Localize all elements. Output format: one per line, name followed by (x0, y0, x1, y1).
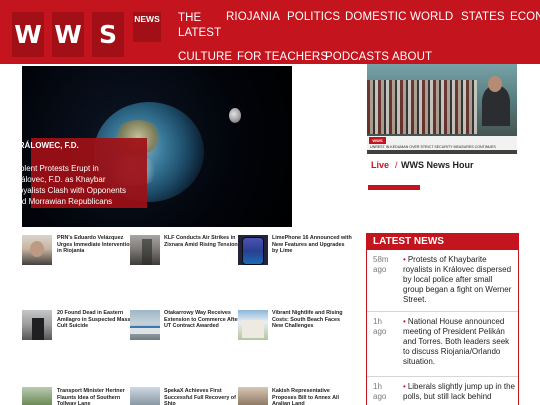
story-thumb[interactable] (130, 387, 160, 405)
story-headline[interactable]: PRN's Eduardo Velázquez Urges Immediate … (57, 235, 137, 255)
story-thumb[interactable] (22, 387, 52, 405)
crowd-image (367, 80, 477, 134)
portrait-face (30, 241, 44, 257)
latest-news-time: 1h ago (373, 382, 387, 401)
story-headline[interactable]: 20 Found Dead in Eastern Amilagro in Sus… (57, 310, 137, 330)
nav-latest[interactable]: THE LATEST (178, 11, 222, 41)
nav-politics[interactable]: POLITICS (287, 11, 340, 23)
site-header: W W S NEWS THE LATEST RIOJANIA POLITICS … (0, 0, 540, 64)
story-thumb[interactable] (130, 310, 160, 340)
nav-for-teachers[interactable]: FOR TEACHERS (237, 51, 328, 63)
nav-podcasts[interactable]: PODCASTS (325, 51, 389, 63)
story-headline[interactable]: Vibrant Nightlife and Rising Costs: Sout… (272, 310, 352, 330)
logo-letter-w2[interactable]: W (52, 12, 84, 57)
story-headline[interactable]: Otakarrowy Way Receives Extension to Com… (164, 310, 244, 330)
building-image (242, 320, 264, 338)
latest-news-item[interactable]: 1h ago National House announced meeting … (367, 313, 518, 377)
news-page: W W S NEWS THE LATEST RIOJANIA POLITICS … (0, 0, 540, 405)
nav-world[interactable]: WORLD (410, 11, 453, 23)
story-thumb[interactable] (22, 235, 52, 265)
nav-culture[interactable]: CULTURE (178, 51, 232, 63)
latest-news-panel: LATEST NEWS 58m ago Protests of Khaybari… (366, 233, 519, 405)
nav-riojania[interactable]: RIOJANIA (226, 11, 280, 23)
logo-letter-s[interactable]: S (92, 12, 124, 57)
story-headline[interactable]: LimePhone 16 Announced with New Features… (272, 235, 352, 255)
story-headline[interactable]: SpekaX Achieves First Successful Full Re… (164, 388, 244, 405)
story-headline[interactable]: KLF Conducts Air Strikes in Zixnara Amid… (164, 235, 244, 248)
hero-title[interactable]: Violent Protests Erupt in Královec, F.D.… (13, 163, 131, 207)
latest-news-text[interactable]: National House announced meeting of Pres… (403, 317, 515, 367)
live-show-title[interactable]: WWS News Hour (401, 160, 474, 170)
logo-letter-w1[interactable]: W (12, 12, 44, 57)
live-separator: / (395, 160, 398, 170)
story-thumb[interactable] (238, 387, 268, 405)
nav-states[interactable]: STATES (461, 11, 505, 23)
reporter-head (488, 76, 502, 92)
reporter-image (482, 86, 510, 126)
nav-domestic[interactable]: DOMESTIC (345, 11, 407, 23)
story-thumb[interactable] (22, 310, 52, 340)
phone-image (242, 237, 264, 265)
moon-image (229, 108, 241, 123)
live-accent-bar (368, 185, 420, 190)
live-video-thumbnail[interactable]: WWS UNREST IN KEDUMAN OVER STRICT SECURI… (367, 64, 517, 154)
live-label[interactable]: Live (371, 160, 389, 170)
tram-image (130, 326, 160, 334)
figure-silhouette (32, 318, 44, 340)
ticker-brand: WWS (369, 137, 386, 144)
nav-economy[interactable]: ECONOMY (510, 11, 540, 23)
hero-kicker: KRÁLOWEC, F.D. (13, 141, 79, 150)
latest-news-heading: LATEST NEWS (367, 234, 518, 250)
story-headline[interactable]: Kakish Representative Proposes Bill to A… (272, 388, 352, 405)
latest-news-time: 1h ago (373, 317, 387, 336)
nav-about[interactable]: ABOUT (392, 51, 432, 63)
story-thumb[interactable] (130, 235, 160, 265)
story-headline[interactable]: Transport Minister Hertner Flaunts Idea … (57, 388, 137, 405)
latest-news-time: 58m ago (373, 255, 389, 274)
latest-news-item[interactable]: 1h ago Liberals slightly jump up in the … (367, 378, 518, 405)
latest-news-text[interactable]: Liberals slightly jump up in the polls, … (403, 382, 515, 402)
live-row[interactable]: Live / WWS News Hour (366, 157, 518, 192)
ticker-text: UNREST IN KEDUMAN OVER STRICT SECURITY M… (370, 145, 496, 149)
smoke-column (142, 239, 152, 265)
latest-news-item[interactable]: 58m ago Protests of Khaybarite royalists… (367, 251, 518, 312)
story-thumb[interactable] (238, 310, 268, 340)
news-tag[interactable]: NEWS (133, 12, 161, 42)
latest-news-text[interactable]: Protests of Khaybarite royalists in Král… (403, 255, 515, 305)
story-thumb[interactable] (238, 235, 268, 265)
